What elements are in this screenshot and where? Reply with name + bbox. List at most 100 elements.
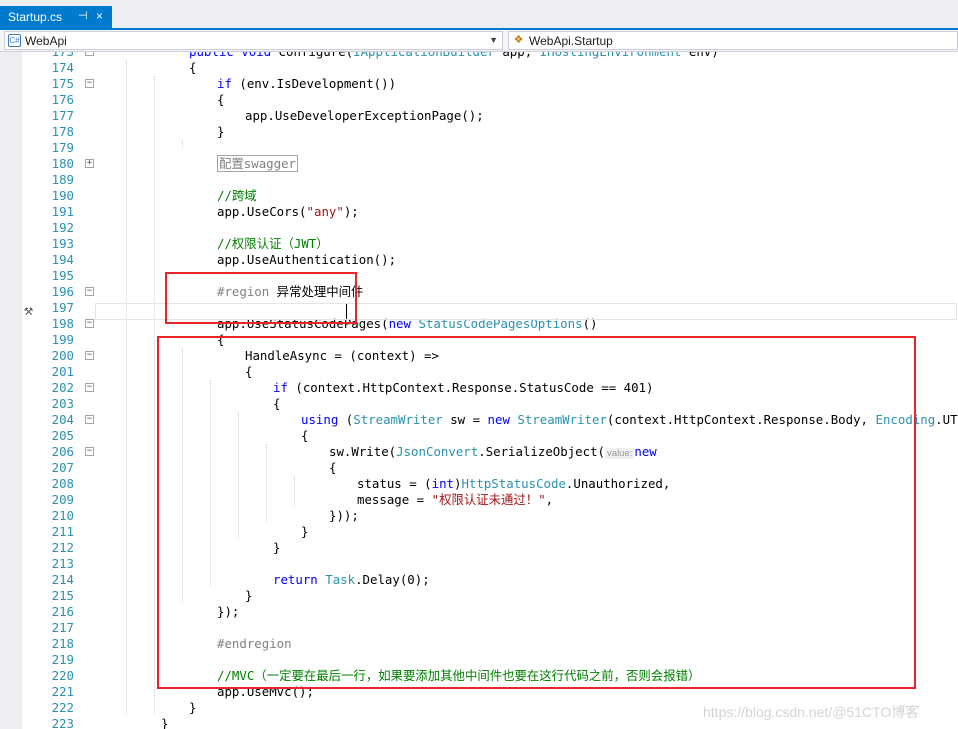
code-text: } <box>189 700 196 716</box>
line-number: 177 <box>51 108 74 123</box>
code-line[interactable]: 173 − public void Configure(IApplicationBu… <box>0 52 958 60</box>
line-number: 213 <box>51 556 74 571</box>
line-number: 221 <box>51 684 74 699</box>
code-token: IApplicationBuilder <box>353 52 495 59</box>
line-number: 217 <box>51 620 74 635</box>
code-token: if <box>217 76 232 91</box>
code-text: app.UseDeveloperExceptionPage(); <box>245 108 484 124</box>
document-tab-strip: Startup.cs ⊣ × <box>0 0 958 30</box>
code-token: .UTF8)) <box>935 412 958 427</box>
line-number: 205 <box>51 428 74 443</box>
line-number: 173 <box>30 52 74 60</box>
line-number: 222 <box>51 700 74 715</box>
line-number: 209 <box>51 492 74 507</box>
line-number: 179 <box>51 140 74 155</box>
code-token: app.UseCors( <box>217 204 307 219</box>
code-line[interactable]: 179 <box>0 140 958 156</box>
line-number: 220 <box>51 668 74 683</box>
line-number: 202 <box>51 380 74 395</box>
code-line[interactable]: 194 app.UseAuthentication(); <box>0 252 958 268</box>
class-icon: ❖ <box>513 34 524 46</box>
type-name: WebApi.Startup <box>529 34 613 48</box>
code-token: app, <box>495 52 540 59</box>
line-number: 199 <box>51 332 74 347</box>
code-line[interactable]: 178} <box>0 124 958 140</box>
code-token: { <box>189 60 197 75</box>
line-number: 215 <box>51 588 74 603</box>
collapse-icon[interactable]: − <box>85 415 94 424</box>
collapse-icon[interactable]: − <box>85 447 94 456</box>
code-token: env) <box>681 52 719 59</box>
pin-icon[interactable]: ⊣ <box>78 9 88 22</box>
collapse-icon[interactable]: − <box>85 383 94 392</box>
collapse-icon[interactable]: − <box>85 351 94 360</box>
code-token: } <box>189 700 197 715</box>
code-text: //权限认证（JWT） <box>217 236 329 252</box>
collapse-icon[interactable]: − <box>85 79 94 88</box>
line-number: 208 <box>51 476 74 491</box>
line-number: 207 <box>51 460 74 475</box>
code-text: } <box>217 124 224 140</box>
code-token: Configure( <box>271 52 354 59</box>
code-line[interactable]: 177 app.UseDeveloperExceptionPage(); <box>0 108 958 124</box>
close-icon[interactable]: × <box>96 9 103 23</box>
collapsed-region[interactable]: 配置swagger <box>217 155 298 172</box>
code-line[interactable]: 192 <box>0 220 958 236</box>
code-token: app.UseDeveloperExceptionPage(); <box>245 108 484 123</box>
code-line[interactable]: 193 //权限认证（JWT） <box>0 236 958 252</box>
line-number: 197 <box>51 300 74 315</box>
line-number: 212 <box>51 540 74 555</box>
chevron-down-icon: ▼ <box>489 35 498 45</box>
collapse-icon[interactable]: − <box>85 287 94 296</box>
code-token: } <box>217 124 225 139</box>
line-number: 196 <box>51 284 74 299</box>
line-number: 189 <box>51 172 74 187</box>
code-token: //跨域 <box>217 188 257 203</box>
csharp-project-icon: C# <box>8 34 21 47</box>
line-number: 174 <box>51 60 74 75</box>
line-number: 214 <box>51 572 74 587</box>
code-token: IHostingEnvironment <box>540 52 682 59</box>
line-number: 195 <box>51 268 74 283</box>
code-line[interactable]: 189 <box>0 172 958 188</box>
expand-icon[interactable]: + <box>85 159 94 168</box>
code-text: 配置swagger <box>217 155 298 172</box>
code-token: //权限认证（JWT） <box>217 236 329 251</box>
line-number: 210 <box>51 508 74 523</box>
line-number: 206 <box>51 444 74 459</box>
code-text: public void Configure(IApplicationBuilde… <box>189 52 719 60</box>
code-line[interactable]: 191 app.UseCors("any"); <box>0 204 958 220</box>
code-line[interactable]: 175 − if (env.IsDevelopment()) <box>0 76 958 92</box>
line-number: 200 <box>51 348 74 363</box>
code-token: ); <box>343 204 359 219</box>
code-token: app.UseAuthentication(); <box>217 252 397 267</box>
code-token: { <box>217 92 225 107</box>
tab-startup-cs[interactable]: Startup.cs ⊣ × <box>0 6 112 28</box>
hammer-icon[interactable]: ⚒ <box>24 301 33 319</box>
code-token: "any" <box>306 204 344 219</box>
code-line[interactable]: 195 <box>0 268 958 284</box>
code-line[interactable]: 176 { <box>0 92 958 108</box>
type-dropdown[interactable]: ❖ WebApi.Startup <box>508 31 958 50</box>
watermark: https://blog.csdn.net/@51CTO博客 <box>703 704 920 720</box>
code-text: if (env.IsDevelopment()) <box>217 76 396 92</box>
project-dropdown[interactable]: C# WebApi ▼ <box>4 31 503 50</box>
code-text: { <box>217 92 224 108</box>
navigation-bar: C# WebApi ▼ ❖ WebApi.Startup <box>0 30 958 52</box>
line-number: 223 <box>51 716 74 729</box>
code-line[interactable]: 190 //跨域 <box>0 188 958 204</box>
code-line[interactable]: 174 { <box>0 60 958 76</box>
code-editor[interactable]: 173 − public void Configure(IApplicationBu… <box>0 52 958 729</box>
code-line[interactable]: 196− #region 异常处理中间件 <box>0 284 958 300</box>
collapse-icon[interactable]: − <box>85 319 94 328</box>
code-text: app.UseAuthentication(); <box>217 252 396 268</box>
line-number: 201 <box>51 364 74 379</box>
line-number: 176 <box>51 92 74 107</box>
code-token: void <box>241 52 271 59</box>
collapse-icon[interactable]: − <box>85 52 94 56</box>
code-text: //跨域 <box>217 188 257 204</box>
project-name: WebApi <box>25 34 67 48</box>
code-line[interactable]: 180 + 配置swagger <box>0 155 958 172</box>
code-token: } <box>161 716 169 729</box>
annotation-box-exception-region <box>157 336 916 689</box>
